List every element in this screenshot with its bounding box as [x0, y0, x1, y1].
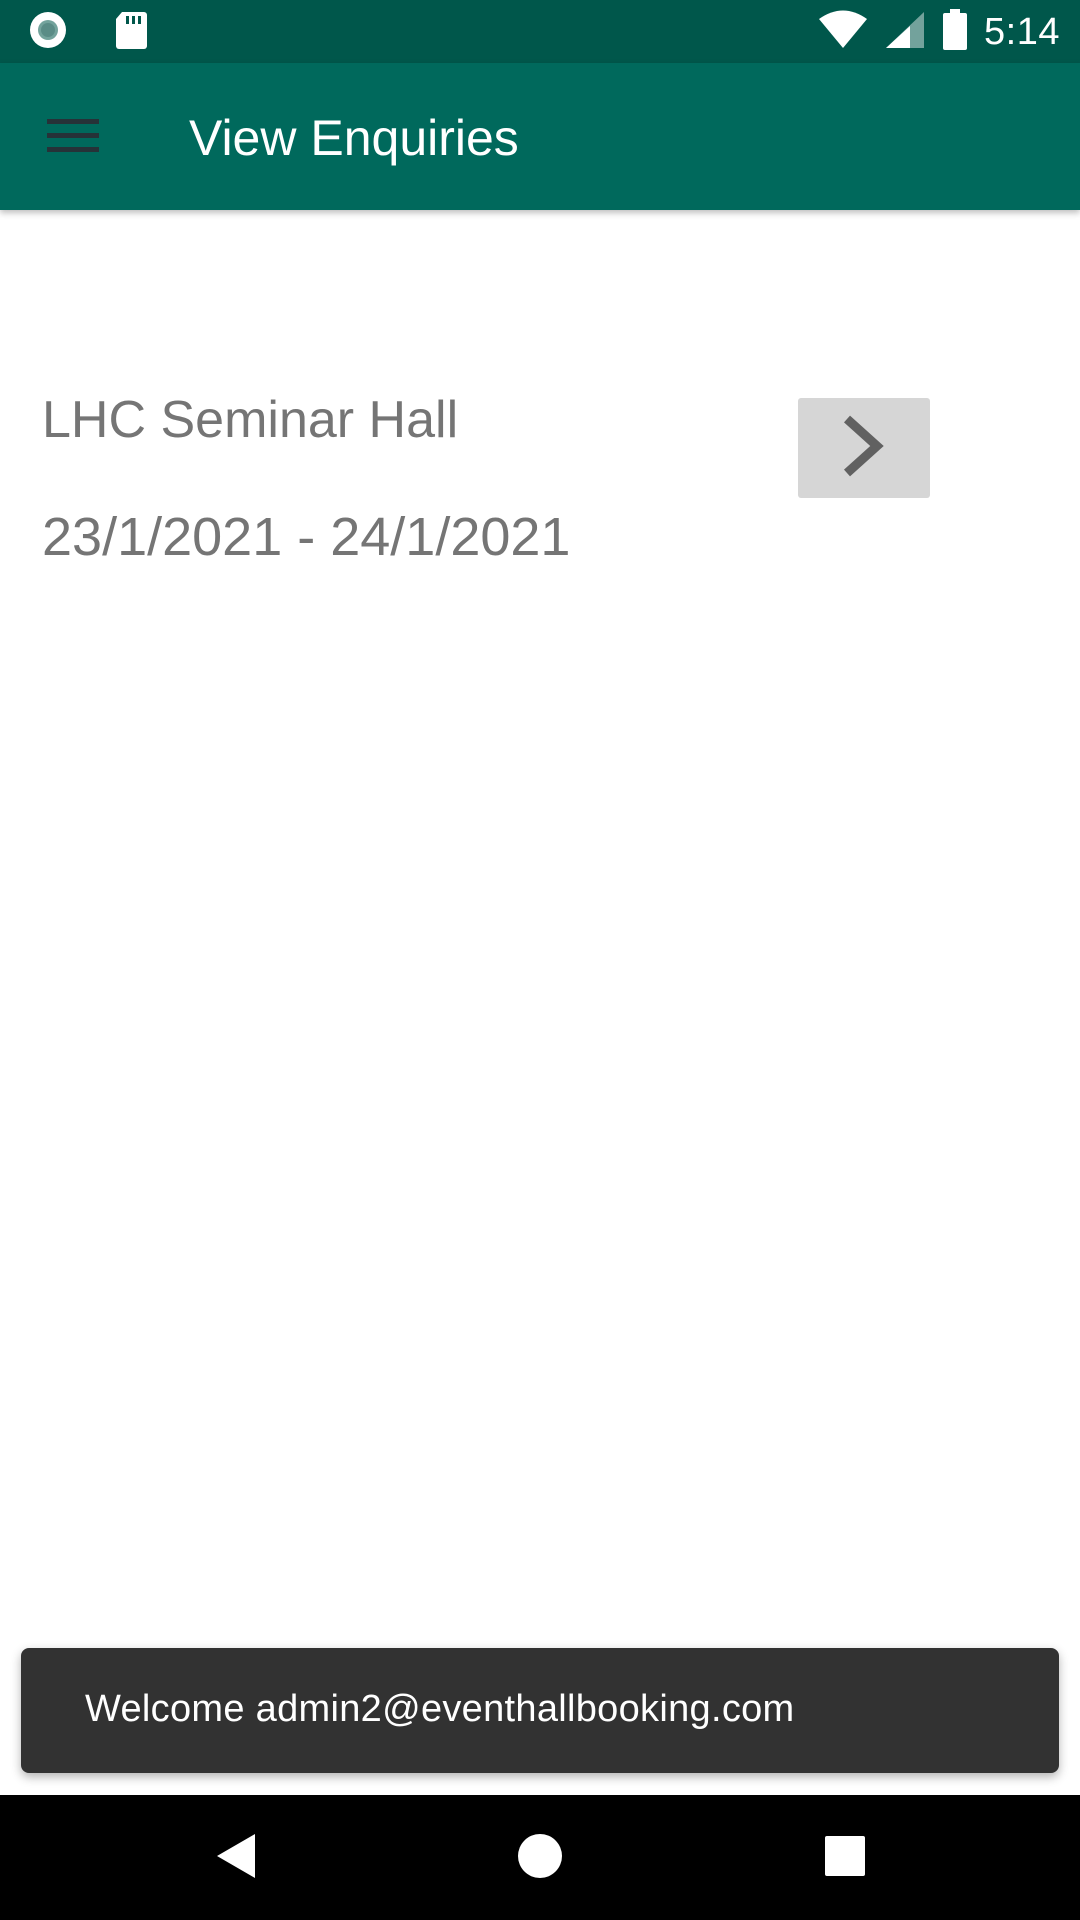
navigation-menu-button[interactable] [28, 105, 118, 169]
snackbar-message: Welcome admin2@eventhallbooking.com [85, 1688, 795, 1730]
system-nav-bar [0, 1795, 1080, 1920]
page-title: View Enquiries [189, 110, 519, 166]
date-range: 23/1/2021 - 24/1/2021 [42, 507, 571, 567]
home-icon [515, 1831, 565, 1886]
status-bar-left [28, 10, 148, 55]
recents-button[interactable] [812, 1825, 878, 1891]
home-button[interactable] [507, 1825, 573, 1891]
status-bar: 5:14 [0, 0, 1080, 63]
app-bar: View Enquiries [0, 63, 1080, 210]
signal-icon [884, 10, 926, 55]
chevron-right-icon [839, 413, 889, 484]
wifi-icon [818, 10, 868, 55]
back-button[interactable] [203, 1825, 269, 1891]
recents-icon [820, 1831, 870, 1886]
view-enquiry-button[interactable] [798, 398, 930, 498]
record-icon [28, 10, 68, 55]
snackbar: Welcome admin2@eventhallbooking.com [21, 1648, 1059, 1773]
status-time: 5:14 [984, 10, 1060, 53]
hamburger-menu-icon [47, 115, 99, 160]
sd-card-icon [114, 10, 148, 55]
back-icon [211, 1831, 261, 1886]
hall-name: LHC Seminar Hall [42, 391, 459, 449]
status-bar-right: 5:14 [818, 8, 1060, 56]
battery-icon [942, 8, 968, 56]
list-item: LHC Seminar Hall 23/1/2021 - 24/1/2021 [0, 370, 1080, 590]
